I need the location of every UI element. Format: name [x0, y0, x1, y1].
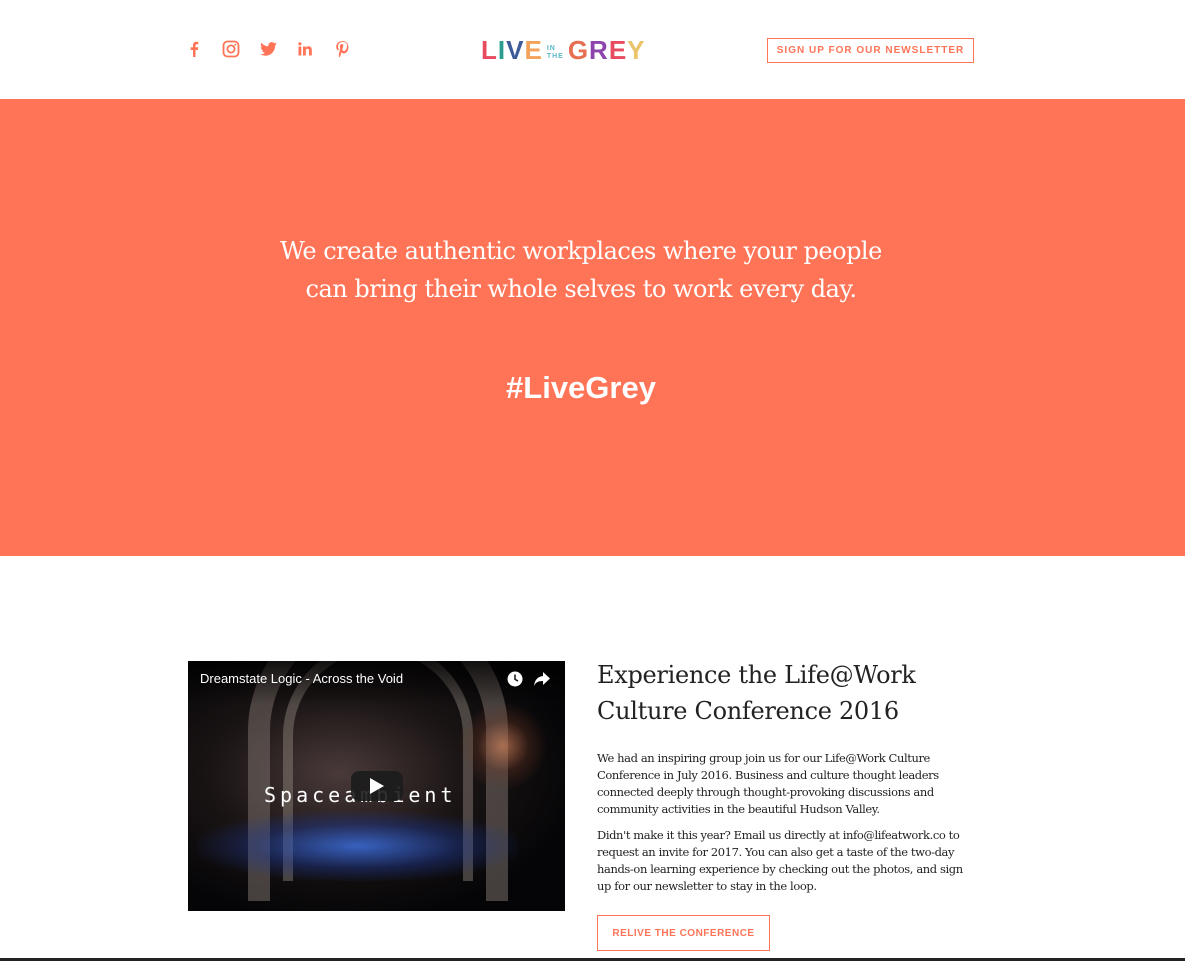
video-thumbnail-glow [198, 811, 518, 881]
instagram-icon[interactable] [220, 38, 242, 60]
pinterest-icon[interactable] [331, 38, 353, 60]
site-header: LIVE IN THE GREY SIGN UP FOR OUR NEWSLET… [0, 0, 1185, 99]
watch-later-icon[interactable] [507, 671, 523, 687]
share-icon[interactable] [533, 671, 551, 687]
conference-paragraph-2: Didn't make it this year? Email us direc… [597, 828, 963, 893]
logo-live: LIVE [481, 35, 543, 65]
relive-conference-button[interactable]: RELIVE THE CONFERENCE [597, 915, 770, 951]
hero-banner: We create authentic workplaces where you… [0, 99, 1185, 556]
hero-line-1: We create authentic workplaces where you… [280, 237, 882, 265]
logo-grey: GREY [567, 35, 646, 65]
conference-heading-line-1: Experience the Life@Work [597, 661, 916, 689]
video-title[interactable]: Dreamstate Logic - Across the Void [200, 671, 403, 686]
facebook-icon[interactable] [183, 38, 205, 60]
logo-in-the: IN THE [546, 45, 564, 60]
conference-paragraph-1: We had an inspiring group join us for ou… [597, 751, 939, 816]
linkedin-icon[interactable] [294, 38, 316, 60]
hero-mission-text: We create authentic workplaces where you… [0, 232, 1162, 308]
conference-heading: Experience the Life@Work Culture Confere… [597, 657, 977, 729]
hero-hashtag: #LiveGrey [506, 370, 656, 405]
newsletter-signup-button[interactable]: SIGN UP FOR OUR NEWSLETTER [767, 38, 974, 63]
youtube-video-player[interactable]: Dreamstate Logic - Across the Void Space… [188, 661, 565, 911]
play-button[interactable] [351, 771, 403, 801]
conference-heading-line-2: Culture Conference 2016 [597, 697, 899, 725]
social-links [183, 38, 368, 60]
play-icon [370, 778, 384, 794]
video-thumbnail-glow-orange [458, 701, 548, 791]
site-logo[interactable]: LIVE IN THE GREY [481, 35, 646, 65]
twitter-icon[interactable] [257, 38, 279, 60]
hero-line-2: can bring their whole selves to work eve… [305, 275, 857, 303]
